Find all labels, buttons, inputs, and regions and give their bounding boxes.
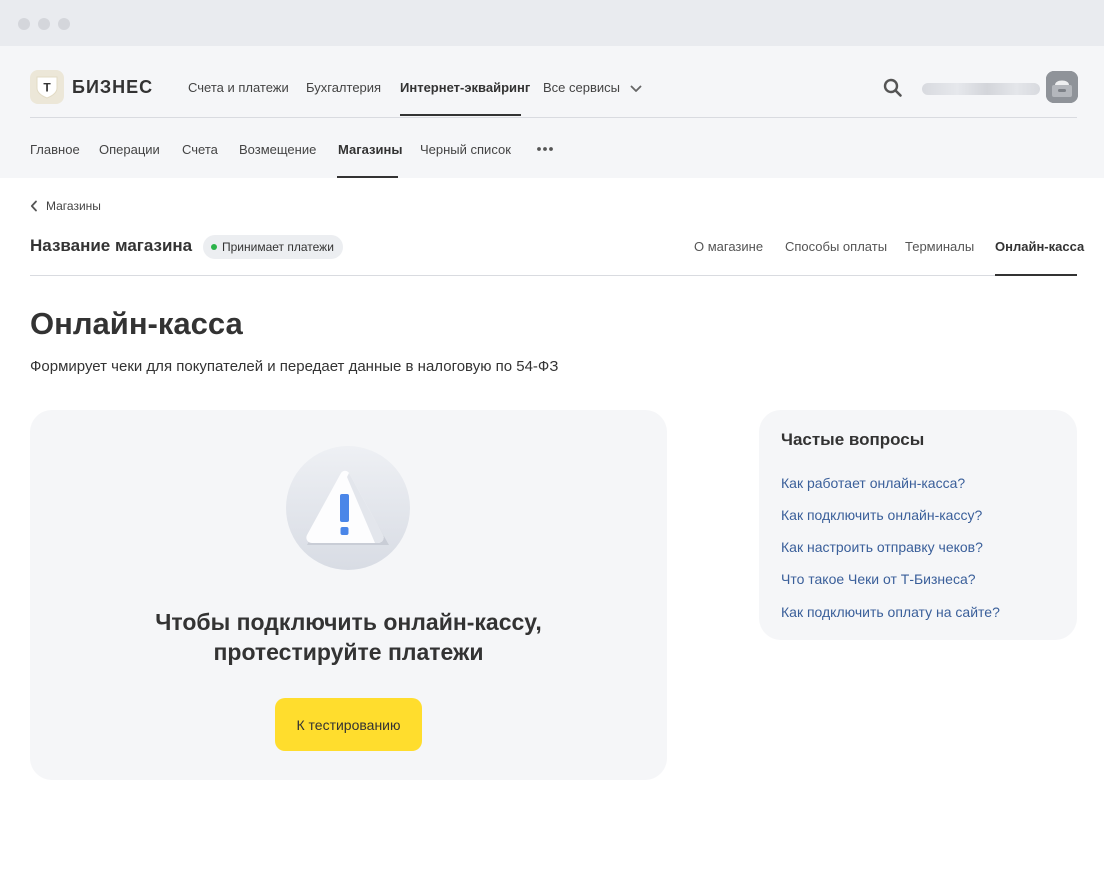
tab-online-cashbox[interactable]: Онлайн-касса bbox=[995, 239, 1084, 254]
warning-triangle-icon bbox=[306, 470, 389, 545]
breadcrumb[interactable]: Магазины bbox=[30, 199, 101, 213]
main-nav-active-indicator bbox=[400, 114, 521, 116]
faq-link-receipts-setup[interactable]: Как настроить отправку чеков? bbox=[781, 539, 983, 555]
main-nav-accounting[interactable]: Бухгалтерия bbox=[306, 80, 381, 95]
faq-link-how-works[interactable]: Как работает онлайн-касса? bbox=[781, 475, 965, 491]
search-icon[interactable] bbox=[883, 78, 903, 98]
sub-nav-refunds[interactable]: Возмещение bbox=[239, 142, 316, 157]
store-tabs-divider bbox=[30, 275, 1077, 276]
faq-link-receipts-service[interactable]: Что такое Чеки от Т-Бизнеса? bbox=[781, 571, 976, 587]
breadcrumb-label: Магазины bbox=[46, 199, 101, 213]
more-dots-icon[interactable] bbox=[536, 146, 554, 152]
logo-letter: Т bbox=[43, 81, 51, 95]
logo-shield-icon: Т bbox=[30, 70, 64, 104]
faq-title: Частые вопросы bbox=[781, 430, 925, 449]
main-nav-all-services[interactable]: Все сервисы bbox=[543, 80, 642, 95]
go-to-testing-button[interactable]: К тестированию bbox=[275, 698, 422, 751]
chevron-left-icon bbox=[30, 200, 37, 212]
card-heading-line-2: протестируйте платежи bbox=[213, 639, 484, 665]
window-minimize-dot[interactable] bbox=[38, 18, 50, 30]
sub-nav-accounts[interactable]: Счета bbox=[182, 142, 218, 157]
window-close-dot[interactable] bbox=[18, 18, 30, 30]
status-badge: Принимает платежи bbox=[203, 235, 343, 259]
store-tab-active-indicator bbox=[995, 274, 1077, 276]
nav-divider bbox=[30, 117, 1077, 118]
faq-panel: Частые вопросы Как работает онлайн-касса… bbox=[759, 410, 1077, 640]
avatar[interactable] bbox=[1046, 71, 1078, 103]
tab-payment-methods[interactable]: Способы оплаты bbox=[785, 239, 887, 254]
faq-link-how-connect[interactable]: Как подключить онлайн-кассу? bbox=[781, 507, 982, 523]
status-badge-label: Принимает платежи bbox=[222, 240, 334, 254]
sub-nav-operations[interactable]: Операции bbox=[99, 142, 160, 157]
store-name: Название магазина bbox=[30, 236, 193, 255]
brand-logo[interactable]: Т БИЗНЕС bbox=[30, 70, 153, 104]
test-payments-card: Чтобы подключить онлайн-кассу, протестир… bbox=[30, 410, 667, 780]
tab-about-store[interactable]: О магазине bbox=[694, 239, 763, 254]
warning-illustration bbox=[286, 446, 410, 570]
page-title: Онлайн-касса bbox=[30, 306, 243, 341]
window-titlebar bbox=[0, 0, 1104, 46]
sub-nav-main[interactable]: Главное bbox=[30, 142, 80, 157]
card-heading-line-1: Чтобы подключить онлайн-кассу, bbox=[155, 609, 542, 635]
status-dot-icon bbox=[211, 244, 217, 250]
main-nav-accounts[interactable]: Счета и платежи bbox=[188, 80, 289, 95]
page-description: Формирует чеки для покупателей и передае… bbox=[30, 358, 559, 375]
tab-terminals[interactable]: Терминалы bbox=[905, 239, 974, 254]
window-zoom-dot[interactable] bbox=[58, 18, 70, 30]
main-nav-all-services-label: Все сервисы bbox=[543, 80, 620, 95]
card-heading: Чтобы подключить онлайн-кассу, протестир… bbox=[30, 607, 667, 667]
sub-nav-active-indicator bbox=[337, 176, 398, 178]
main-nav-acquiring[interactable]: Интернет-эквайринг bbox=[400, 80, 530, 95]
sub-nav-stores[interactable]: Магазины bbox=[338, 142, 402, 157]
sub-nav-blacklist[interactable]: Черный список bbox=[420, 142, 511, 157]
logo-wordmark: БИЗНЕС bbox=[72, 76, 154, 97]
chevron-down-icon bbox=[630, 85, 642, 92]
top-navigation: Т БИЗНЕС Счета и платежи Бухгалтерия Инт… bbox=[0, 46, 1104, 178]
faq-link-site-payment[interactable]: Как подключить оплату на сайте? bbox=[781, 604, 1000, 620]
user-name-blurred[interactable] bbox=[922, 83, 1040, 95]
